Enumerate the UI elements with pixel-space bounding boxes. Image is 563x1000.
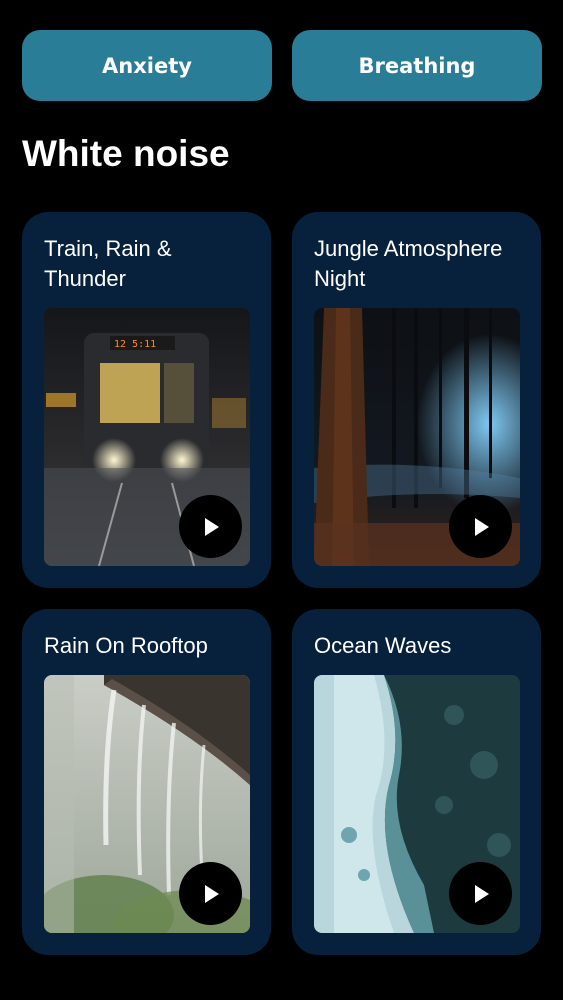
chip-anxiety[interactable]: Anxiety (22, 30, 272, 101)
chip-breathing[interactable]: Breathing (292, 30, 542, 101)
play-button[interactable] (449, 495, 512, 558)
play-button[interactable] (449, 862, 512, 925)
card-title: Ocean Waves (314, 633, 452, 658)
sound-card-train[interactable]: Train, Rain & Thunder 12 5:11 (22, 212, 271, 588)
chip-breathing-label: Breathing (358, 53, 476, 78)
play-icon (204, 517, 219, 536)
ocean-waves-image (314, 675, 520, 933)
sound-card-ocean[interactable]: Ocean Waves (292, 609, 541, 955)
card-title: Rain On Rooftop (44, 633, 208, 658)
train-rain-image: 12 5:11 (44, 308, 250, 566)
play-button[interactable] (179, 495, 242, 558)
chip-anxiety-label: Anxiety (102, 53, 192, 78)
play-icon (474, 884, 489, 903)
card-title: Train, Rain & Thunder (44, 236, 172, 291)
sound-card-rooftop[interactable]: Rain On Rooftop (22, 609, 271, 955)
svg-text:12 5:11: 12 5:11 (114, 339, 156, 350)
play-icon (474, 517, 489, 536)
night-forest-image (314, 308, 520, 566)
section-title: White noise (22, 133, 230, 174)
rooftop-rain-image (44, 675, 250, 933)
sound-card-jungle[interactable]: Jungle Atmosphere Night (292, 212, 541, 588)
play-icon (204, 884, 219, 903)
card-title: Jungle Atmosphere Night (314, 236, 503, 291)
play-button[interactable] (179, 862, 242, 925)
